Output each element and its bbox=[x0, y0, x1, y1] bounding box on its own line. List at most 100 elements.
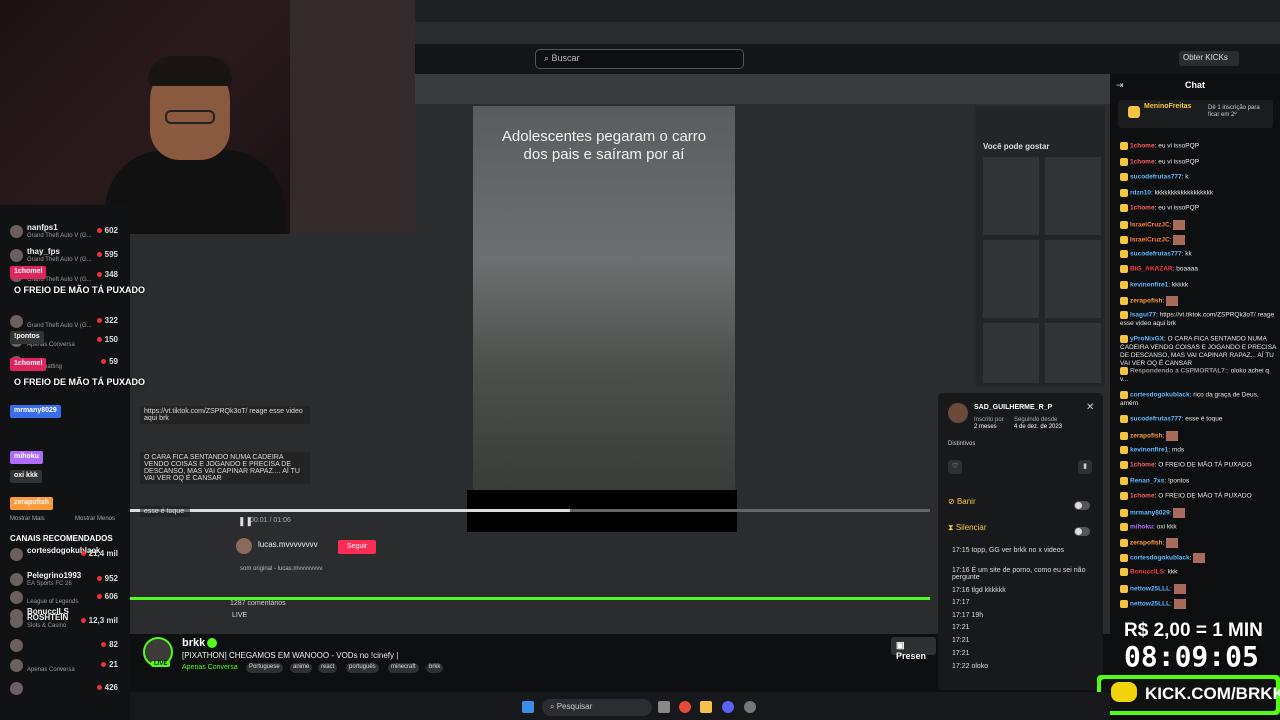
tag-badge[interactable]: português bbox=[346, 663, 379, 673]
chat-message[interactable]: 1chome: eu vi issoPQP bbox=[1120, 142, 1277, 151]
chat-message[interactable]: Renan_7xs: !pontos bbox=[1120, 476, 1277, 486]
show-less-link[interactable]: Mostrar Menos bbox=[75, 516, 115, 522]
mute-toggle[interactable] bbox=[1074, 527, 1090, 536]
recommended-channel[interactable]: League of Legends 606 bbox=[0, 588, 128, 608]
recommended-channel[interactable]: 426 bbox=[0, 679, 128, 699]
get-kicks-button[interactable]: Obter KICKs bbox=[1179, 51, 1239, 66]
mute-row[interactable]: ⧗ Silenciar bbox=[948, 523, 1094, 543]
tag-badge[interactable]: minecraft bbox=[388, 663, 419, 673]
recommended-channel[interactable]: ROSHTEIN Slots & Casino 12,3 mil bbox=[0, 612, 128, 632]
chat-username[interactable]: sucodefrutas777 bbox=[1130, 174, 1182, 181]
chat-username[interactable]: 1chome bbox=[1130, 493, 1155, 500]
chat-username[interactable]: Respondendo a CSPMORTAL7: bbox=[1130, 368, 1227, 375]
chat-message[interactable]: kevinonfire1: kkkkk bbox=[1120, 280, 1277, 290]
chat-username[interactable]: BonuccILS bbox=[1130, 569, 1164, 576]
tag-badge[interactable]: anime bbox=[290, 663, 313, 673]
chat-username[interactable]: nettow25LLL bbox=[1130, 600, 1170, 607]
chat-username[interactable]: zerapofish bbox=[1130, 540, 1163, 547]
chat-message[interactable]: 1chome: O FREIO DE MÃO TÁ PUXADO bbox=[1120, 461, 1277, 470]
chat-message[interactable]: sucodefrutas777: k bbox=[1120, 173, 1277, 182]
channel-item[interactable]: nanfps1 Grand Theft Auto V (G... 602 bbox=[0, 222, 128, 242]
present-button[interactable]: ▣ Presen bbox=[891, 637, 936, 661]
settings-icon[interactable] bbox=[744, 701, 756, 713]
chat-username[interactable]: IsraelCruzJC bbox=[1130, 221, 1170, 228]
recommend-thumb[interactable] bbox=[1045, 240, 1101, 318]
chat-message[interactable]: sucodefrutas777: esse é toque bbox=[1120, 415, 1277, 424]
chat-username[interactable]: zerapofish bbox=[1130, 298, 1163, 305]
recommend-thumb[interactable] bbox=[983, 157, 1039, 235]
chat-message[interactable]: cortesdogokublack: rico da graça de Deus… bbox=[1120, 391, 1277, 408]
chat-username[interactable]: Isagui77 bbox=[1130, 312, 1156, 319]
user-card-name[interactable]: SAD_GUILHERME_R_P bbox=[974, 404, 1052, 411]
chat-message[interactable]: zerapofish: bbox=[1120, 430, 1277, 441]
discord-icon[interactable] bbox=[722, 701, 734, 713]
heart-icon[interactable]: ♡ bbox=[948, 460, 962, 474]
chat-message[interactable]: zerapofish: bbox=[1120, 296, 1277, 306]
chat-message[interactable]: mihoku: oxi kkk bbox=[1120, 522, 1277, 532]
chat-username[interactable]: mrmany8029 bbox=[1130, 509, 1170, 516]
channel-item[interactable]: thay_fps Grand Theft Auto V (G... 595 bbox=[0, 246, 128, 266]
chat-message[interactable]: yProNixGX: O CARA FICA SENTANDO NUMA CAD… bbox=[1120, 335, 1277, 368]
tag-badge[interactable]: react bbox=[318, 663, 338, 673]
recommend-thumb[interactable] bbox=[983, 240, 1039, 318]
chat-message[interactable]: 1chome: eu vi issoPQP bbox=[1120, 204, 1277, 213]
chat-message[interactable]: Isagui77: https://vt.tiktok.com/ZSPRQk3o… bbox=[1120, 311, 1277, 328]
video-progress-bar[interactable] bbox=[130, 509, 930, 512]
chat-message[interactable]: Respondendo a CSPMORTAL7:: oloko achei q… bbox=[1120, 367, 1277, 384]
chat-username[interactable]: cortesdogokublack bbox=[1130, 392, 1190, 399]
chat-username[interactable]: rdzn10 bbox=[1130, 189, 1151, 196]
channel-name[interactable]: brkk bbox=[182, 637, 205, 649]
windows-start-icon[interactable] bbox=[522, 701, 534, 713]
chat-username[interactable]: yProNixGX bbox=[1130, 336, 1164, 343]
recommend-thumb[interactable] bbox=[1045, 323, 1101, 383]
recommended-channel[interactable]: Pelegrino1993 EA Sports FC 26 952 bbox=[0, 570, 128, 590]
chat-message[interactable]: BIG_AKAZAR: boaaaa bbox=[1120, 265, 1277, 274]
close-icon[interactable]: ✕ bbox=[1086, 402, 1094, 413]
chat-username[interactable]: 1chome bbox=[1130, 205, 1155, 212]
ban-row[interactable]: ⊘ Banir bbox=[948, 497, 1094, 517]
chat-message[interactable]: IsraelCruzJC: bbox=[1120, 219, 1277, 230]
recommended-channel[interactable]: 82 bbox=[0, 636, 128, 656]
search-input[interactable]: ⌕ Buscar bbox=[535, 49, 744, 69]
chat-username[interactable]: 1chome bbox=[1130, 158, 1155, 165]
chat-message[interactable]: sucodefrutas777: kk bbox=[1120, 249, 1277, 259]
chat-username[interactable]: nettow25LLL bbox=[1130, 585, 1170, 592]
chat-message[interactable]: BonuccILS: kkk bbox=[1120, 568, 1277, 577]
chat-username[interactable]: IsraelCruzJC bbox=[1130, 236, 1170, 243]
chrome-icon[interactable] bbox=[679, 701, 691, 713]
taskbar-search[interactable]: ⌕ Pesquisar bbox=[542, 699, 652, 716]
folder-icon[interactable] bbox=[700, 701, 712, 713]
chat-username[interactable]: cortesdogokublack bbox=[1130, 555, 1190, 562]
follow-button[interactable]: Seguir bbox=[338, 540, 376, 554]
chat-message[interactable]: cortesdogokublack: bbox=[1120, 553, 1277, 563]
ban-toggle[interactable] bbox=[1074, 501, 1090, 510]
chat-username[interactable]: sucodefrutas777 bbox=[1130, 416, 1182, 423]
chat-message[interactable]: 1chome: eu vi issoPQP bbox=[1120, 157, 1277, 167]
chat-username[interactable]: 1chome bbox=[1130, 462, 1155, 469]
chat-username[interactable]: kevinonfire1 bbox=[1130, 446, 1168, 453]
chat-message[interactable]: IsraelCruzJC: bbox=[1120, 234, 1277, 245]
recommended-channel[interactable]: cortesdogokublack 21,4 mil bbox=[0, 545, 128, 565]
chat-message[interactable]: kevinonfire1: mds bbox=[1120, 445, 1277, 455]
tag-badge[interactable]: Portuguese bbox=[246, 663, 283, 673]
chat-message[interactable]: 1chome: O FREIO DE MÃO TÁ PUXADO bbox=[1120, 492, 1277, 501]
chat-message[interactable]: nettow25LLL: bbox=[1120, 598, 1277, 609]
chat-message[interactable]: zerapofish: bbox=[1120, 538, 1277, 548]
chat-username[interactable]: sucodefrutas777 bbox=[1130, 250, 1182, 257]
recommend-thumb[interactable] bbox=[983, 323, 1039, 383]
chat-username[interactable]: BIG_AKAZAR bbox=[1130, 266, 1173, 273]
chat-username[interactable]: kevinonfire1 bbox=[1130, 281, 1168, 288]
chat-message[interactable]: nettow25LLL: bbox=[1120, 583, 1277, 594]
chat-username[interactable]: Renan_7xs bbox=[1130, 477, 1164, 484]
recommended-channel[interactable]: Apenas Conversa 21 bbox=[0, 656, 128, 676]
recommend-thumb[interactable] bbox=[1045, 157, 1101, 235]
trash-icon[interactable]: ▮ bbox=[1078, 460, 1092, 474]
stream-category[interactable]: Apenas Conversa bbox=[182, 664, 238, 671]
show-more-link[interactable]: Mostrar Mais bbox=[10, 516, 45, 522]
chat-message[interactable]: rdzn10: kkkkkkkkkkkkkkkkkk bbox=[1120, 188, 1277, 198]
taskview-icon[interactable] bbox=[658, 701, 670, 713]
channel-item[interactable]: Grand Theft Auto V (G... 322 bbox=[0, 312, 128, 332]
chat-username[interactable]: 1chome bbox=[1130, 143, 1155, 150]
chat-username[interactable]: zerapofish bbox=[1130, 432, 1163, 439]
tag-badge[interactable]: brkk bbox=[426, 663, 444, 673]
